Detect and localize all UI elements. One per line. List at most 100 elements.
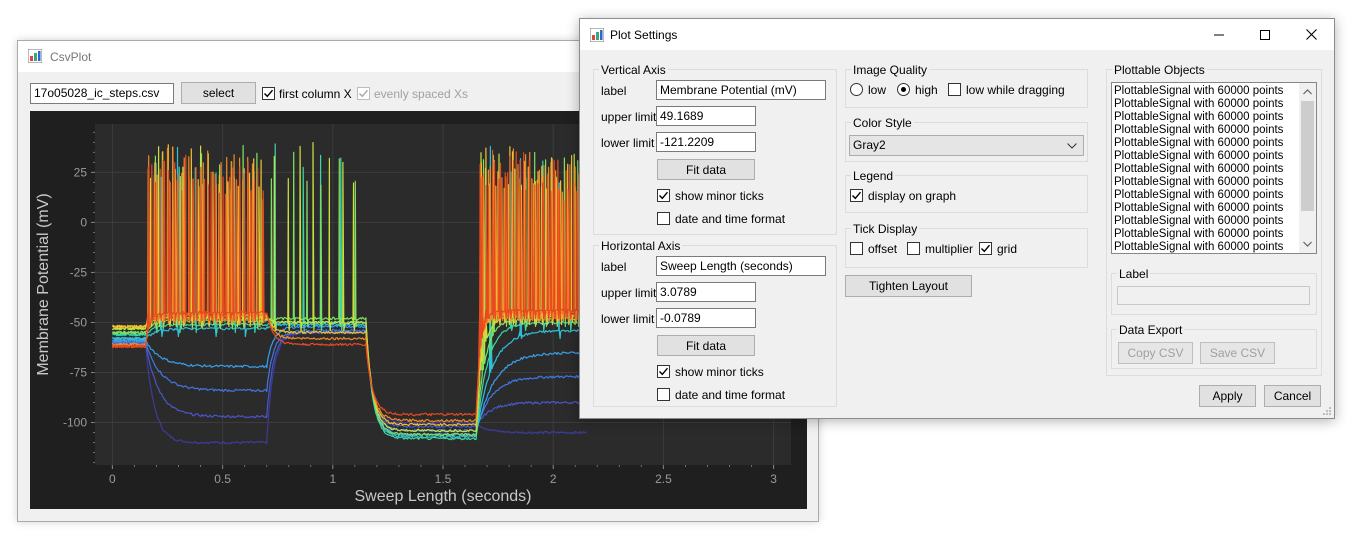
plottable-objects-list[interactable]: PlottableSignal with 60000 points Plottab… [1111, 82, 1317, 254]
plottable-list-item[interactable]: PlottableSignal with 60000 points [1112, 85, 1316, 98]
apply-button[interactable]: Apply [1199, 385, 1256, 407]
display-legend-checkbox[interactable] [850, 189, 863, 202]
x-tick-label: 0.5 [214, 472, 231, 486]
horizontal-date-format-checkbox[interactable] [657, 388, 670, 401]
plottable-list-item[interactable]: PlottableSignal with 60000 points [1112, 124, 1316, 137]
app-icon [589, 27, 605, 43]
copy-csv-button[interactable]: Copy CSV [1118, 342, 1193, 364]
y-tick-label: 25 [74, 165, 88, 179]
app-icon [27, 48, 43, 64]
plottable-list-item[interactable]: PlottableSignal with 60000 points [1112, 150, 1316, 163]
legend-title: Legend [851, 169, 896, 183]
quality-low-radio[interactable] [850, 83, 863, 96]
close-button[interactable] [1288, 19, 1334, 50]
minimize-icon [1214, 34, 1224, 35]
file-name-field[interactable]: 17o05028_ic_steps.csv [30, 83, 174, 104]
horizontal-fit-data-button[interactable]: Fit data [657, 335, 755, 356]
scroll-up-icon [1303, 89, 1312, 95]
y-tick-label: 0 [80, 215, 87, 229]
vertical-lower-caption: lower limit [601, 136, 655, 150]
plot-settings-dialog: Plot Settings Vertical Axis label Membra… [579, 18, 1335, 419]
plottable-list-item[interactable]: PlottableSignal with 60000 points [1112, 202, 1316, 215]
y-tick-label: -50 [70, 315, 88, 329]
plottable-list-item[interactable]: PlottableSignal with 60000 points [1112, 228, 1316, 241]
x-tick-label: 3 [770, 472, 777, 486]
horizontal-upper-caption: upper limit [601, 286, 657, 300]
quality-low-label: low [868, 83, 887, 97]
color-style-select[interactable]: Gray2 [849, 135, 1084, 156]
multiplier-checkbox[interactable] [907, 242, 920, 255]
maximize-button[interactable] [1242, 19, 1288, 50]
select-button[interactable]: select [181, 82, 256, 104]
plottable-list-item[interactable]: PlottableSignal with 60000 points [1112, 241, 1316, 253]
y-tick-label: -75 [70, 365, 88, 379]
maximize-icon [1260, 29, 1270, 40]
vertical-label-input[interactable]: Membrane Potential (mV) [656, 80, 826, 100]
horizontal-axis-title: Horizontal Axis [599, 239, 683, 253]
multiplier-label: multiplier [925, 242, 974, 256]
close-icon [1305, 29, 1317, 40]
cancel-button[interactable]: Cancel [1264, 385, 1321, 407]
quality-high-label: high [915, 83, 938, 97]
vertical-minor-ticks-checkbox[interactable] [657, 189, 670, 202]
first-column-x-checkbox[interactable] [262, 87, 275, 100]
x-tick-label: 2.5 [655, 472, 672, 486]
label-input[interactable] [1117, 286, 1310, 305]
dialog-title: Plot Settings [610, 28, 678, 42]
label-group-title: Label [1117, 267, 1151, 281]
quality-high-radio[interactable] [897, 83, 910, 96]
horizontal-label-caption: label [601, 260, 627, 274]
vertical-date-format-label: date and time format [675, 212, 786, 226]
plottable-list-item[interactable]: PlottableSignal with 60000 points [1112, 163, 1316, 176]
y-tick-label: -25 [70, 265, 88, 279]
x-tick-label: 1.5 [435, 472, 452, 486]
save-csv-button[interactable]: Save CSV [1200, 342, 1275, 364]
minimize-button[interactable] [1196, 19, 1242, 50]
first-column-x-label: first column X [279, 87, 352, 101]
plottable-list-item[interactable]: PlottableSignal with 60000 points [1112, 137, 1316, 150]
horizontal-minor-ticks-label: show minor ticks [675, 365, 764, 379]
x-tick-label: 0 [109, 472, 116, 486]
low-while-dragging-checkbox[interactable] [948, 83, 961, 96]
vertical-minor-ticks-label: show minor ticks [675, 189, 764, 203]
y-tick-label: -100 [63, 416, 87, 430]
vertical-upper-input[interactable]: 49.1689 [656, 106, 756, 126]
plottable-list-item[interactable]: PlottableSignal with 60000 points [1112, 111, 1316, 124]
image-quality-title: Image Quality [851, 63, 930, 77]
grid-checkbox[interactable] [979, 242, 992, 255]
horizontal-minor-ticks-checkbox[interactable] [657, 365, 670, 378]
plottable-list-item[interactable]: PlottableSignal with 60000 points [1112, 98, 1316, 111]
scroll-thumb[interactable] [1301, 101, 1314, 211]
vertical-lower-input[interactable]: -121.2209 [656, 132, 756, 152]
horizontal-lower-input[interactable]: -0.0789 [656, 308, 756, 328]
vertical-date-format-checkbox[interactable] [657, 212, 670, 225]
horizontal-label-input[interactable]: Sweep Length (seconds) [656, 256, 826, 276]
chevron-down-icon [1067, 143, 1077, 149]
settings-titlebar[interactable]: Plot Settings [580, 19, 1334, 50]
resize-grip-icon[interactable] [1322, 406, 1332, 416]
list-scrollbar[interactable] [1299, 83, 1316, 253]
horizontal-upper-input[interactable]: 3.0789 [656, 282, 756, 302]
low-while-dragging-label: low while dragging [966, 83, 1065, 97]
offset-label: offset [868, 242, 898, 256]
vertical-label-caption: label [601, 84, 627, 98]
tighten-layout-button[interactable]: Tighten Layout [845, 275, 972, 297]
x-tick-label: 2 [550, 472, 557, 486]
evenly-spaced-checkbox[interactable] [357, 87, 370, 100]
vertical-fit-data-button[interactable]: Fit data [657, 159, 755, 180]
horizontal-date-format-label: date and time format [675, 388, 786, 402]
x-axis-label: Sweep Length (seconds) [355, 488, 532, 505]
vertical-upper-caption: upper limit [601, 110, 657, 124]
vertical-axis-title: Vertical Axis [599, 63, 668, 77]
display-legend-label: display on graph [868, 189, 957, 203]
scroll-down-icon [1303, 241, 1312, 247]
plottable-list-item[interactable]: PlottableSignal with 60000 points [1112, 215, 1316, 228]
color-style-value: Gray2 [853, 138, 886, 152]
evenly-spaced-label: evenly spaced Xs [374, 87, 469, 101]
plottable-list-item[interactable]: PlottableSignal with 60000 points [1112, 176, 1316, 189]
horizontal-lower-caption: lower limit [601, 312, 655, 326]
offset-checkbox[interactable] [850, 242, 863, 255]
grid-label: grid [997, 242, 1018, 256]
plottable-list-item[interactable]: PlottableSignal with 60000 points [1112, 189, 1316, 202]
x-tick-label: 1 [329, 472, 336, 486]
